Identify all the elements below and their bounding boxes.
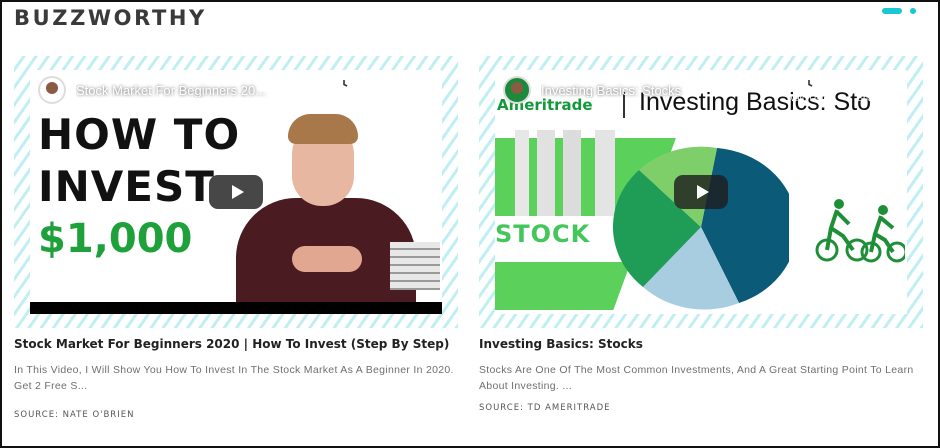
clock-icon [337,77,351,92]
play-button[interactable] [209,175,263,209]
video-frame: HOW TO INVEST $1,000 Stock Market For Be… [14,56,458,328]
carousel-pager [882,8,916,14]
video-frame: Ameritrade Investing Basics: Sto STOCK I… [479,56,923,328]
channel-avatar[interactable] [503,76,531,104]
share-label: Share [856,93,882,104]
watch-later-label: Watch later [786,93,832,104]
article-description: In This Video, I Will Show You How To In… [14,364,454,392]
cyclists-graphic [815,199,905,263]
video-title[interactable]: Investing Basics: Stocks [541,83,779,98]
channel-avatar[interactable] [38,76,66,104]
thumbnail-text: $1,000 [38,216,193,262]
watch-later-button[interactable]: Watch later [314,76,374,104]
presenter-hands [292,246,362,272]
pager-dot-active[interactable] [882,8,902,14]
thumbnail-text: INVEST [38,162,215,211]
article-headline[interactable]: Stock Market For Beginners 2020 | How To… [14,336,458,353]
share-label: Share [391,93,417,104]
section-title: BUZZWORTHY [14,6,207,30]
thumbnail-text: HOW TO [38,110,241,159]
thumbnail-text: STOCK [495,220,591,248]
pager-dot[interactable] [910,8,916,14]
watch-later-label: Watch later [321,93,367,104]
share-button[interactable]: Share [839,76,899,104]
video-title[interactable]: Stock Market For Beginners 20... [76,83,314,98]
play-button[interactable] [674,175,728,209]
clock-icon [802,77,816,92]
article-card-1: HOW TO INVEST $1,000 Stock Market For Be… [14,56,458,420]
article-description: Stocks Are One Of The Most Common Invest… [479,364,914,392]
article-headline[interactable]: Investing Basics: Stocks [479,336,923,353]
article-source: SOURCE: NATE O'BRIEN [14,410,135,420]
books [390,242,440,290]
article-card-2: Ameritrade Investing Basics: Sto STOCK I… [479,56,923,413]
video-top-bar: Stock Market For Beginners 20... Watch l… [30,70,442,110]
watch-later-button[interactable]: Watch later [779,76,839,104]
pie-graphic [613,146,789,310]
video-top-bar: Investing Basics: Stocks Watch later Sha… [495,70,907,110]
share-icon [396,78,412,91]
video-player-1[interactable]: HOW TO INVEST $1,000 Stock Market For Be… [30,70,442,314]
share-button[interactable]: Share [374,76,434,104]
share-icon [861,78,877,91]
video-letterbox [30,302,442,314]
article-source: SOURCE: TD AMERITRADE [479,403,611,413]
video-player-2[interactable]: Ameritrade Investing Basics: Sto STOCK I… [495,70,907,314]
presenter-hair [288,114,358,144]
